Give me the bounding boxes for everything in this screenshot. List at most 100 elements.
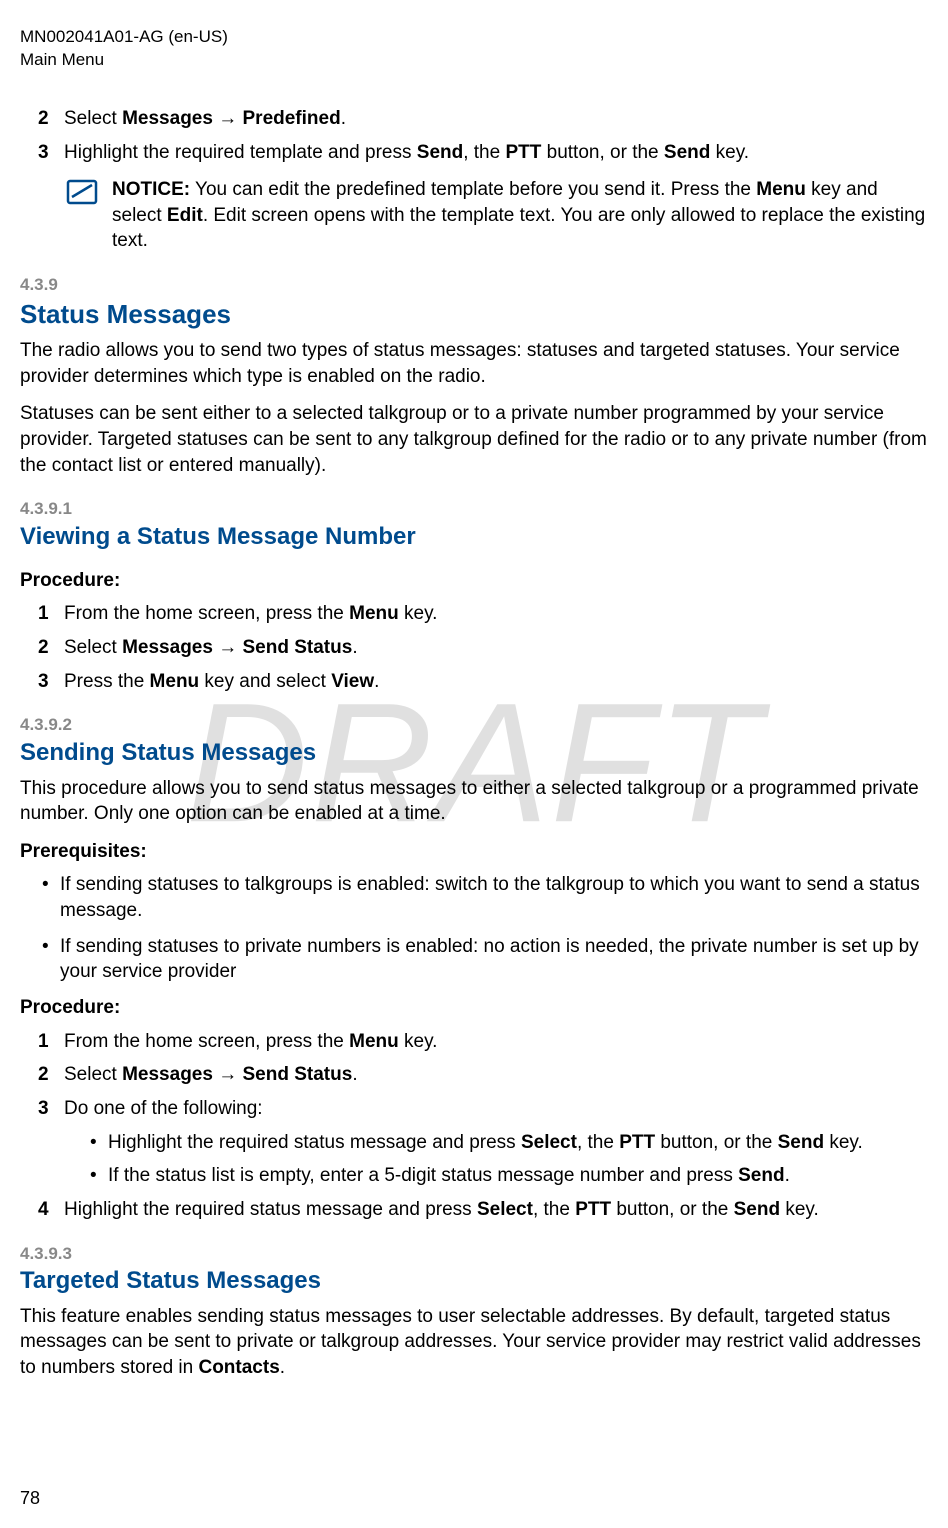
step-number: 3 bbox=[38, 140, 49, 166]
text: button, or the bbox=[611, 1199, 734, 1220]
step-list-top: 2 Select Messages → Predefined. 3 Highli… bbox=[20, 106, 928, 165]
step-text: Select bbox=[64, 108, 122, 129]
paragraph: This procedure allows you to send status… bbox=[20, 776, 928, 827]
step-2: 2 Select Messages → Send Status. bbox=[64, 1062, 928, 1088]
section-number: 4.3.9 bbox=[20, 274, 928, 297]
arrow: → bbox=[213, 1064, 243, 1085]
step-text: Highlight the required template and pres… bbox=[64, 142, 417, 163]
text: . Edit screen opens with the template te… bbox=[112, 205, 925, 252]
section-title: Sending Status Messages bbox=[20, 737, 928, 769]
section-4391: 4.3.9.1 Viewing a Status Message Number … bbox=[20, 498, 928, 694]
procedure-label: Procedure: bbox=[20, 995, 928, 1021]
bold: PTT bbox=[505, 142, 541, 163]
doc-section: Main Menu bbox=[20, 49, 928, 72]
doc-id: MN002041A01-AG (en-US) bbox=[20, 26, 928, 49]
text: key. bbox=[824, 1132, 863, 1153]
step-3: 3 Do one of the following: Highlight the… bbox=[64, 1096, 928, 1189]
step-1: 1 From the home screen, press the Menu k… bbox=[64, 1029, 928, 1055]
step-text: button, or the bbox=[541, 142, 664, 163]
bold: Select bbox=[477, 1199, 533, 1220]
text: Highlight the required status message an… bbox=[108, 1132, 521, 1153]
prereq-list: If sending statuses to talkgroups is ena… bbox=[20, 872, 928, 985]
step-number: 2 bbox=[38, 1062, 49, 1088]
step-number: 1 bbox=[38, 1029, 49, 1055]
section-title: Viewing a Status Message Number bbox=[20, 521, 928, 553]
bold: Send bbox=[417, 142, 463, 163]
bold: Send bbox=[664, 142, 710, 163]
section-439: 4.3.9 Status Messages The radio allows y… bbox=[20, 274, 928, 478]
bold: Contacts bbox=[198, 1357, 279, 1378]
step-text: , the bbox=[463, 142, 505, 163]
step-number: 3 bbox=[38, 669, 49, 695]
bold: Send bbox=[778, 1132, 824, 1153]
paragraph: This feature enables sending status mess… bbox=[20, 1304, 928, 1381]
text: key. bbox=[780, 1199, 819, 1220]
list-item: If sending statuses to talkgroups is ena… bbox=[42, 872, 928, 923]
bold: Predefined bbox=[243, 108, 341, 129]
text: You can edit the predefined template bef… bbox=[190, 179, 756, 200]
text: button, or the bbox=[655, 1132, 778, 1153]
text: key. bbox=[399, 603, 438, 624]
bold: Menu bbox=[349, 603, 399, 624]
bold: Send bbox=[734, 1199, 780, 1220]
arrow: → bbox=[213, 637, 243, 658]
step-list: 1 From the home screen, press the Menu k… bbox=[20, 1029, 928, 1223]
text: If the status list is empty, enter a 5-d… bbox=[108, 1165, 738, 1186]
section-number: 4.3.9.3 bbox=[20, 1243, 928, 1266]
text: . bbox=[352, 637, 357, 658]
section-number: 4.3.9.2 bbox=[20, 714, 928, 737]
section-number: 4.3.9.1 bbox=[20, 498, 928, 521]
bold: Menu bbox=[150, 671, 200, 692]
text: This feature enables sending status mess… bbox=[20, 1306, 921, 1378]
step-2: 2 Select Messages → Predefined. bbox=[64, 106, 928, 132]
period: . bbox=[341, 108, 346, 129]
page-header: MN002041A01-AG (en-US) Main Menu bbox=[20, 26, 928, 72]
paragraph: The radio allows you to send two types o… bbox=[20, 338, 928, 389]
sub-step-list: Highlight the required status message an… bbox=[64, 1130, 928, 1189]
text: . bbox=[352, 1064, 357, 1085]
list-item: Highlight the required status message an… bbox=[90, 1130, 928, 1156]
section-4392: 4.3.9.2 Sending Status Messages This pro… bbox=[20, 714, 928, 1222]
bold: Send bbox=[738, 1165, 784, 1186]
text: key. bbox=[399, 1031, 438, 1052]
step-number: 2 bbox=[38, 635, 49, 661]
paragraph: Statuses can be sent either to a selecte… bbox=[20, 401, 928, 478]
step-number: 2 bbox=[38, 106, 49, 132]
notice-icon bbox=[64, 177, 100, 254]
bold: Edit bbox=[167, 205, 203, 226]
bold: Select bbox=[521, 1132, 577, 1153]
bold: Menu bbox=[756, 179, 806, 200]
bold: Messages bbox=[122, 108, 213, 129]
text: Select bbox=[64, 637, 122, 658]
step-3: 3 Highlight the required template and pr… bbox=[64, 140, 928, 166]
bold: Messages bbox=[122, 1064, 213, 1085]
section-4393: 4.3.9.3 Targeted Status Messages This fe… bbox=[20, 1243, 928, 1381]
notice-label: NOTICE: bbox=[112, 179, 190, 200]
step-1: 1 From the home screen, press the Menu k… bbox=[64, 601, 928, 627]
text: , the bbox=[533, 1199, 575, 1220]
text: Do one of the following: bbox=[64, 1098, 263, 1119]
step-3: 3 Press the Menu key and select View. bbox=[64, 669, 928, 695]
step-4: 4 Highlight the required status message … bbox=[64, 1197, 928, 1223]
bold: Send Status bbox=[243, 637, 353, 658]
text: . bbox=[374, 671, 379, 692]
step-2: 2 Select Messages → Send Status. bbox=[64, 635, 928, 661]
arrow: → bbox=[213, 108, 243, 129]
text: From the home screen, press the bbox=[64, 1031, 349, 1052]
text: . bbox=[280, 1357, 285, 1378]
text: key and select bbox=[199, 671, 331, 692]
text: Highlight the required status message an… bbox=[64, 1199, 477, 1220]
text: , the bbox=[577, 1132, 619, 1153]
bold: Messages bbox=[122, 637, 213, 658]
bold: PTT bbox=[575, 1199, 611, 1220]
notice-block: NOTICE: You can edit the predefined temp… bbox=[64, 177, 928, 254]
text: Press the bbox=[64, 671, 150, 692]
bold: Send Status bbox=[243, 1064, 353, 1085]
section-title: Status Messages bbox=[20, 297, 928, 332]
bold: PTT bbox=[619, 1132, 655, 1153]
text: Select bbox=[64, 1064, 122, 1085]
step-list: 1 From the home screen, press the Menu k… bbox=[20, 601, 928, 694]
prereq-label: Prerequisites: bbox=[20, 839, 928, 865]
text: From the home screen, press the bbox=[64, 603, 349, 624]
notice-text: NOTICE: You can edit the predefined temp… bbox=[112, 177, 928, 254]
